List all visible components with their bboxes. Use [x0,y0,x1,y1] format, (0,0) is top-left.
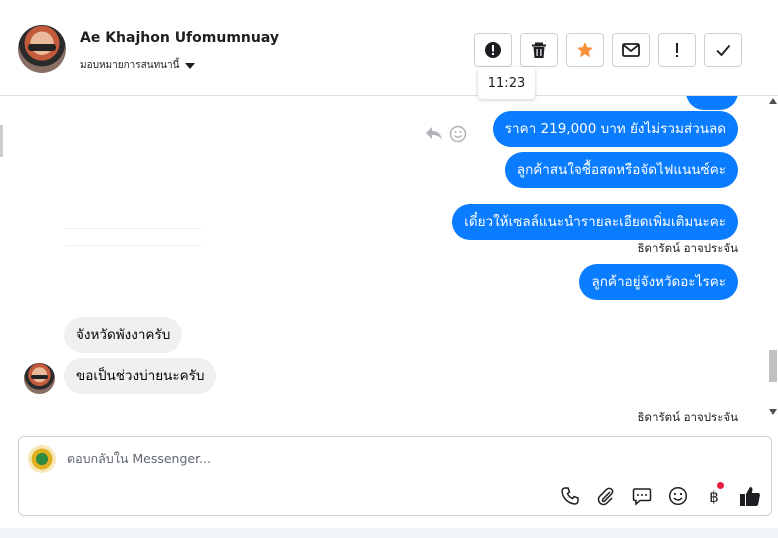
message-bubble-clipped[interactable] [686,96,738,110]
message-bubble-outgoing[interactable]: ราคา 219,000 บาท ยังไม่รวมส่วนลด [492,111,738,147]
star-button[interactable] [566,33,604,67]
spam-button[interactable] [474,33,512,67]
message-bubble-outgoing[interactable]: ลูกค้าสนใจซื้อสดหรือจัดไฟแนนซ์คะ [504,152,738,188]
message-bubble-outgoing[interactable]: ลูกค้าอยู่จังหวัดอะไรคะ [579,264,738,300]
reply-icon[interactable] [425,125,443,141]
trash-icon [532,42,546,58]
conversation-header: Ae Khajhon Ufomumnuay มอบหมายการสนทนานี้ [0,0,778,96]
phone-icon[interactable] [559,485,581,507]
thumbs-up-icon[interactable] [739,485,761,507]
emoji-icon[interactable] [667,485,689,507]
unread-button[interactable] [612,33,650,67]
composer-tools: ฿ [559,482,761,507]
message-time-tooltip: 11:23 [478,67,535,99]
contact-avatar[interactable] [18,25,66,73]
chat-bubble-icon[interactable] [631,485,653,507]
scroll-down-arrow-icon[interactable] [769,409,777,415]
exclamation-icon [676,43,678,57]
assign-label: มอบหมายการสนทนานี้ [80,60,180,71]
scrollbar-thumb[interactable] [769,350,777,382]
contact-name[interactable]: Ae Khajhon Ufomumnuay [80,30,279,46]
sender-label: ธิดารัตน์ อาจประจัน [637,241,738,255]
check-icon [716,44,731,57]
scroll-up-arrow-icon[interactable] [769,98,777,104]
thread-scrollbar[interactable] [768,96,778,430]
header-actions [474,33,742,67]
message-thread: ราคา 219,000 บาท ยังไม่รวมส่วนลด ลูกค้าส… [0,96,778,430]
done-button[interactable] [704,33,742,67]
caret-down-icon [185,62,196,69]
message-bubble-incoming[interactable]: ขอเป็นช่วงบ่ายนะครับ [64,358,217,394]
follow-up-button[interactable] [658,33,696,67]
star-icon [577,42,593,58]
message-bubble-outgoing[interactable]: เดี๋ยวให้เซลล์แนะนำรายละเอียดเพิ่มเติมนะ… [452,204,738,240]
message-composer: ตอบกลับใน Messenger... ฿ [18,436,772,516]
svg-text:฿: ฿ [709,488,719,506]
notification-dot [717,482,724,489]
page-avatar [28,445,56,473]
assign-conversation-dropdown[interactable]: มอบหมายการสนทนานี้ [80,58,196,73]
reply-input[interactable]: ตอบกลับใน Messenger... [67,449,211,469]
contact-avatar-small [24,363,55,394]
sender-label: ธิดารัตน์ อาจประจัน [637,410,738,424]
envelope-icon [622,43,640,57]
message-bubble-incoming[interactable]: จังหวัดพังงาครับ [64,317,183,353]
react-emoji-icon[interactable] [449,125,467,143]
divider [65,228,202,229]
delete-button[interactable] [520,33,558,67]
paperclip-icon[interactable] [595,485,617,507]
page-bottom [0,528,778,538]
divider [65,245,202,246]
alert-circle-icon [485,42,501,58]
baht-icon[interactable]: ฿ [703,482,725,507]
